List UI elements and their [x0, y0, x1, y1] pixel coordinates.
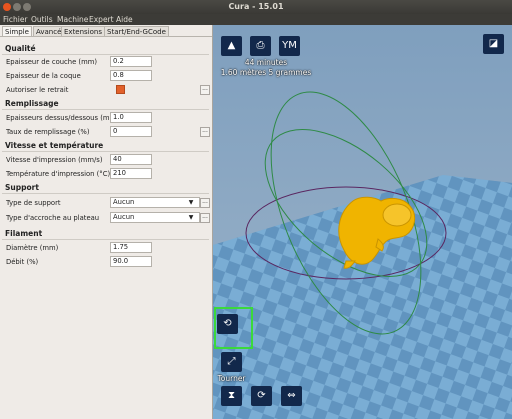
print-speed-label: Vitesse d'impression (mm/s) [6, 156, 103, 164]
menu-aide[interactable]: Aide [116, 15, 133, 24]
section-fill: Remplissage [5, 99, 59, 108]
adhesion-label: Type d'accroche au plateau [6, 214, 100, 222]
menu-machine[interactable]: Machine [57, 15, 88, 24]
diameter-label: Diamètre (mm) [6, 244, 59, 252]
menu-bar: Fichier Outils Machine Expert Aide [0, 14, 512, 25]
flow-input[interactable]: 90.0 [110, 256, 152, 267]
top-bottom-input[interactable]: 1.0 [110, 112, 152, 123]
section-divider [2, 151, 209, 152]
save-model-button[interactable]: ⎙ [250, 36, 271, 56]
section-speed: Vitesse et température [5, 141, 104, 150]
section-divider [2, 193, 209, 194]
print-speed-input[interactable]: 40 [110, 154, 152, 165]
settings-panel: Simple Avancé Extensions Start/End-GCode… [0, 25, 213, 419]
rotate-action-button[interactable]: ⤢ [221, 352, 242, 372]
shell-thickness-label: Epaisseur de la coque [6, 72, 81, 80]
mirror-button[interactable]: ⇔ [281, 386, 302, 406]
print-temperature-input[interactable]: 210 [110, 168, 152, 179]
retraction-label: Autoriser le retrait [6, 86, 69, 94]
section-filament: Filament [5, 229, 43, 238]
top-bottom-label: Epaisseurs dessus/dessous (mm) [6, 114, 119, 122]
print-temperature-label: Température d'impression (°C) [6, 170, 111, 178]
view-mode-button[interactable]: ◪ [483, 34, 504, 54]
retraction-more-button[interactable]: ... [200, 85, 210, 95]
infill-label: Taux de remplissage (%) [6, 128, 90, 136]
ym-button[interactable]: YM [279, 36, 300, 56]
rotate-reset-button[interactable]: ⟳ [251, 386, 272, 406]
retraction-checkbox[interactable] [116, 85, 125, 94]
3d-viewport[interactable]: ▲ ⎙ YM ◪ 44 minutes 1.60 mètres 5 gramme… [213, 25, 512, 419]
load-model-button[interactable]: ▲ [221, 36, 242, 56]
section-divider [2, 239, 209, 240]
adhesion-more-button[interactable]: ... [200, 213, 210, 223]
menu-outils[interactable]: Outils [31, 15, 53, 24]
menu-expert[interactable]: Expert [89, 15, 114, 24]
section-divider [2, 109, 209, 110]
window-title: Cura - 15.01 [228, 2, 284, 11]
layer-height-label: Epaisseur de couche (mm) [6, 58, 97, 66]
section-divider [2, 54, 209, 55]
diameter-input[interactable]: 1.75 [110, 242, 152, 253]
build-plate [213, 91, 512, 419]
tab-separator [0, 36, 212, 37]
title-bar: Cura - 15.01 [0, 0, 512, 14]
chevron-down-icon[interactable]: ▼ [186, 212, 196, 223]
flow-label: Débit (%) [6, 258, 39, 266]
layer-height-input[interactable]: 0.2 [110, 56, 152, 67]
menu-fichier[interactable]: Fichier [3, 15, 28, 24]
rotate-label: Tourner [217, 374, 246, 383]
chevron-down-icon[interactable]: ▼ [186, 197, 196, 208]
section-support: Support [5, 183, 39, 192]
section-quality: Qualité [5, 44, 36, 53]
infill-input[interactable]: 0 [110, 126, 152, 137]
infill-more-button[interactable]: ... [200, 127, 210, 137]
support-type-label: Type de support [6, 199, 61, 207]
support-more-button[interactable]: ... [200, 198, 210, 208]
shell-thickness-input[interactable]: 0.8 [110, 70, 152, 81]
lay-flat-button[interactable]: ⧗ [221, 386, 242, 406]
selected-tool-highlight [214, 307, 253, 349]
material-usage: 1.60 mètres 5 grammes [220, 68, 312, 77]
print-time: 44 minutes [244, 58, 288, 67]
